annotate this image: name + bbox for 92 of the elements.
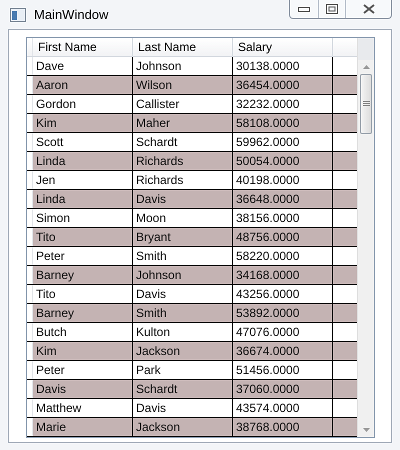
close-icon	[362, 4, 374, 14]
table-row[interactable]: Kim Jackson 36674.0000	[27, 342, 357, 361]
table-cell: 30138.0000	[233, 57, 333, 75]
table-cell: Matthew	[33, 399, 133, 417]
table-cell: 58108.0000	[233, 114, 333, 132]
maximize-icon	[326, 4, 338, 14]
table-row[interactable]: Dave Johnson 30138.0000	[27, 57, 357, 76]
table-cell: 47076.0000	[233, 323, 333, 341]
table-row[interactable]: Butch Kulton 47076.0000	[27, 323, 357, 342]
table-cell: Linda	[33, 152, 133, 170]
table-cell: Dave	[33, 57, 133, 75]
app-icon	[10, 8, 26, 22]
table-cell: Gordon	[33, 95, 133, 113]
table-cell: Smith	[133, 304, 233, 322]
column-header[interactable]: Last Name	[133, 38, 233, 56]
table-row[interactable]: Barney Smith 53892.0000	[27, 304, 357, 323]
table-cell: 38768.0000	[233, 418, 333, 436]
minimize-icon	[298, 6, 310, 12]
table-cell: 38156.0000	[233, 209, 333, 227]
table-row[interactable]: Peter Park 51456.0000	[27, 361, 357, 380]
table-cell: Davis	[133, 285, 233, 303]
table-cell: 40198.0000	[233, 171, 333, 189]
table-cell: 43256.0000	[233, 285, 333, 303]
table-cell: Richards	[133, 171, 233, 189]
table-cell: 34168.0000	[233, 266, 333, 284]
table-row[interactable]: Davis Schardt 37060.0000	[27, 380, 357, 399]
table-cell: Maher	[133, 114, 233, 132]
table-cell: 37060.0000	[233, 380, 333, 398]
table-row[interactable]: Gordon Callister 32232.0000	[27, 95, 357, 114]
table-row[interactable]: Peter Smith 58220.0000	[27, 247, 357, 266]
table-cell: Jackson	[133, 342, 233, 360]
column-header[interactable]: Salary	[233, 38, 333, 56]
table-cell: 32232.0000	[233, 95, 333, 113]
table-cell: Davis	[33, 380, 133, 398]
column-header[interactable]: First Name	[33, 38, 133, 56]
table-cell: Davis	[133, 399, 233, 417]
table-cell: Peter	[33, 247, 133, 265]
table-row[interactable]: Jen Richards 40198.0000	[27, 171, 357, 190]
table-row[interactable]: Scott Schardt 59962.0000	[27, 133, 357, 152]
table-cell: Moon	[133, 209, 233, 227]
table-row[interactable]: Marie Jackson 38768.0000	[27, 418, 357, 437]
table-cell: Marie	[33, 418, 133, 436]
grip-icon	[362, 101, 370, 107]
table-row[interactable]: Barney Johnson 34168.0000	[27, 266, 357, 285]
table-cell: Richards	[133, 152, 233, 170]
table-row[interactable]: Aaron Wilson 36454.0000	[27, 76, 357, 95]
table-cell: Scott	[33, 133, 133, 151]
table-cell: 36454.0000	[233, 76, 333, 94]
table-cell: Callister	[133, 95, 233, 113]
table-cell: Aaron	[33, 76, 133, 94]
scrollbar-thumb[interactable]	[360, 74, 372, 134]
table-cell: Davis	[133, 190, 233, 208]
table-row[interactable]: Matthew Davis 43574.0000	[27, 399, 357, 418]
table-cell: Jackson	[133, 418, 233, 436]
table-cell: Tito	[33, 228, 133, 246]
table-cell: Peter	[33, 361, 133, 379]
table-cell: 59962.0000	[233, 133, 333, 151]
table-cell: 43574.0000	[233, 399, 333, 417]
table-cell: Kim	[33, 114, 133, 132]
table-cell: Johnson	[133, 57, 233, 75]
table-row[interactable]: Kim Maher 58108.0000	[27, 114, 357, 133]
table-cell: 48756.0000	[233, 228, 333, 246]
table-row[interactable]: Tito Davis 43256.0000	[27, 285, 357, 304]
table-cell: Schardt	[133, 380, 233, 398]
table-cell: Bryant	[133, 228, 233, 246]
table-cell: Jen	[33, 171, 133, 189]
table-row[interactable]: Linda Davis 36648.0000	[27, 190, 357, 209]
table-row[interactable]: Linda Richards 50054.0000	[27, 152, 357, 171]
table-cell: Simon	[33, 209, 133, 227]
table-cell: Wilson	[133, 76, 233, 94]
table-cell: Barney	[33, 304, 133, 322]
table-cell: Johnson	[133, 266, 233, 284]
table-row[interactable]: Simon Moon 38156.0000	[27, 209, 357, 228]
table-cell: 36674.0000	[233, 342, 333, 360]
table-cell: Park	[133, 361, 233, 379]
table-cell: 50054.0000	[233, 152, 333, 170]
table-row[interactable]: Tito Bryant 48756.0000	[27, 228, 357, 247]
table-cell: Linda	[33, 190, 133, 208]
table-cell: 58220.0000	[233, 247, 333, 265]
table-cell: Kim	[33, 342, 133, 360]
window-title: MainWindow	[34, 6, 108, 24]
table-cell: Butch	[33, 323, 133, 341]
table-cell: Kulton	[133, 323, 233, 341]
table-cell: Tito	[33, 285, 133, 303]
table-cell: 51456.0000	[233, 361, 333, 379]
up-arrow-icon	[362, 65, 370, 69]
down-arrow-icon	[362, 428, 370, 432]
table-cell: 53892.0000	[233, 304, 333, 322]
table-cell: Smith	[133, 247, 233, 265]
table-cell: Barney	[33, 266, 133, 284]
table-cell: 36648.0000	[233, 190, 333, 208]
table-cell: Schardt	[133, 133, 233, 151]
